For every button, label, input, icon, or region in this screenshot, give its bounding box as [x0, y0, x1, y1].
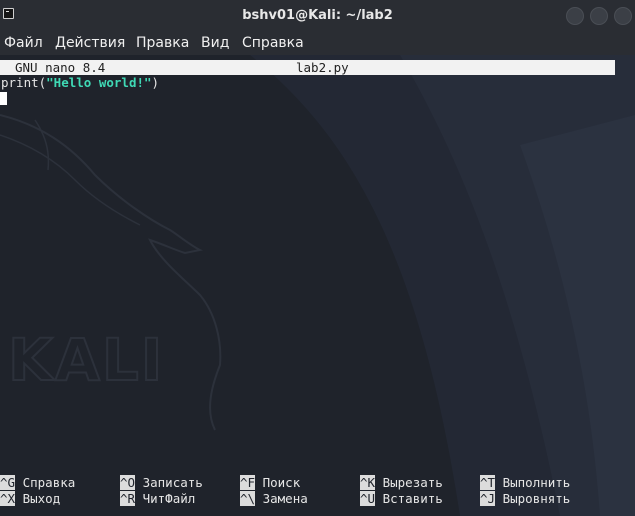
code-line[interactable]: print("Hello world!") [1, 75, 159, 90]
menu-actions[interactable]: Действия [55, 34, 125, 52]
shortcut-paste[interactable]: ^U Вставить [360, 491, 443, 506]
shortcut-justify[interactable]: ^J Выровнять [480, 491, 570, 506]
code-string: "Hello world!" [46, 75, 152, 90]
kali-wallpaper: KALI [0, 55, 635, 516]
shortcut-execute[interactable]: ^T Выполнить [480, 475, 570, 490]
shortcut-read-file[interactable]: ^R ЧитФайл [120, 491, 195, 506]
maximize-button[interactable] [590, 7, 608, 25]
menu-edit[interactable]: Правка [136, 34, 189, 52]
title-bar: bshv01@Kali: ~/lab2 [0, 0, 635, 31]
shortcut-exit[interactable]: ^X Выход [0, 491, 60, 506]
shortcut-write[interactable]: ^O Записать [120, 475, 203, 490]
menu-help[interactable]: Справка [242, 34, 304, 52]
nano-version: GNU nano 8.4 [15, 60, 106, 75]
shortcut-replace[interactable]: ^\ Замена [240, 491, 308, 506]
code-suffix: ) [151, 75, 160, 90]
nano-filename: lab2.py [296, 60, 349, 75]
kali-logo-text: KALI [8, 326, 164, 394]
terminal-area[interactable]: KALI GNU nano 8.4 lab2.py print("Hello w… [0, 55, 635, 516]
shortcut-search[interactable]: ^F Поиск [240, 475, 300, 490]
shortcut-cut[interactable]: ^K Вырезать [360, 475, 443, 490]
shortcut-help[interactable]: ^G Справка [0, 475, 75, 490]
menu-view[interactable]: Вид [201, 34, 229, 52]
nano-header-bar: GNU nano 8.4 lab2.py [0, 60, 615, 75]
text-cursor [0, 92, 7, 105]
menu-bar: Файл Действия Правка Вид Справка [0, 31, 635, 55]
menu-file[interactable]: Файл [4, 34, 43, 52]
close-button[interactable] [614, 7, 632, 25]
minimize-button[interactable] [566, 7, 584, 25]
window-title: bshv01@Kali: ~/lab2 [242, 8, 393, 23]
code-prefix: print( [1, 75, 47, 90]
